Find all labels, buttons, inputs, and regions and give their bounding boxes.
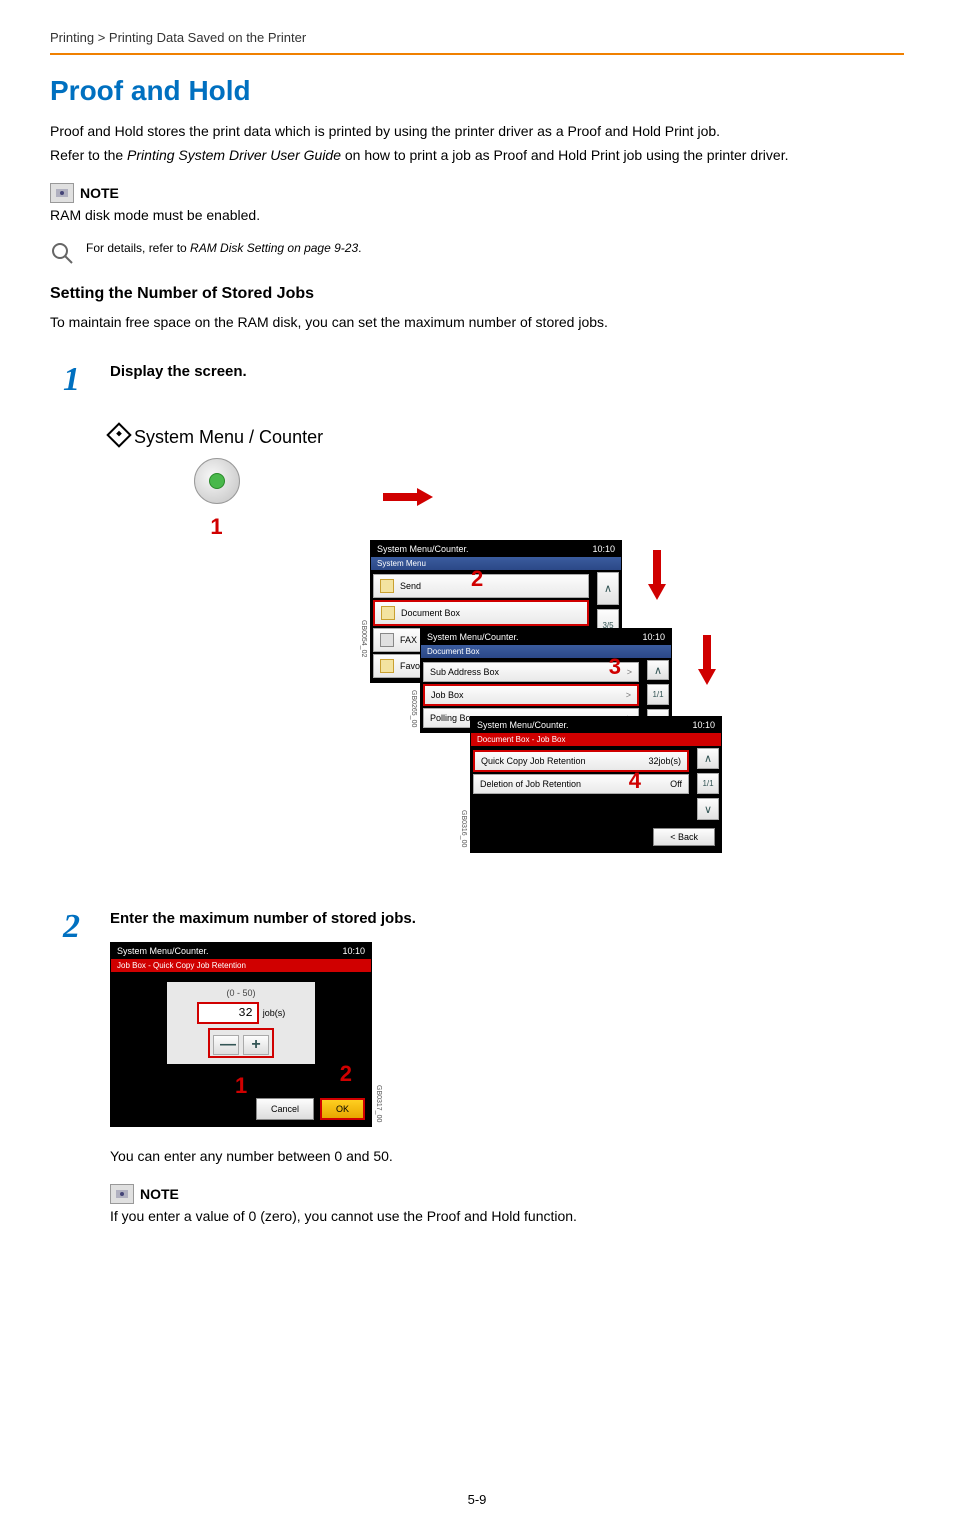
step-2-number: 2 (50, 910, 80, 944)
back-button[interactable]: < Back (653, 828, 715, 846)
screen2-header: System Menu/Counter. (427, 632, 519, 642)
screens-area: System Menu/Counter.10:10 System Menu Se… (110, 540, 904, 880)
intro2-b: on how to print a job as Proof and Hold … (341, 147, 788, 163)
page-number: 5-9 (50, 1492, 904, 1507)
subheading: Setting the Number of Stored Jobs (50, 285, 904, 303)
hw-button-block: System Menu / Counter 1 (110, 425, 323, 540)
step2-after: You can enter any number between 0 and 5… (110, 1147, 904, 1167)
system-menu-button[interactable] (194, 458, 240, 504)
screen3-time: 10:10 (692, 720, 715, 730)
menu-jobbox[interactable]: Job Box> (423, 684, 639, 706)
callout-2: 2 (471, 566, 483, 592)
intro-text-2: Refer to the Printing System Driver User… (50, 146, 904, 166)
ok-button[interactable]: OK (320, 1098, 365, 1120)
screen2-time: 10:10 (642, 632, 665, 642)
step-2: 2 Enter the maximum number of stored job… (50, 910, 904, 1243)
details-b: . (358, 241, 361, 255)
screen1-time: 10:10 (592, 544, 615, 554)
pager-2: 1/1 (647, 684, 669, 705)
step2-panel-sub: Job Box - Quick Copy Job Retention (111, 959, 371, 972)
screen1-header: System Menu/Counter. (377, 544, 469, 554)
step-1: 1 Display the screen. System Menu / Coun… (50, 363, 904, 880)
step-1-number: 1 (50, 363, 80, 397)
callout-3: 3 (609, 654, 621, 680)
step2-panel: System Menu/Counter. 10:10 Job Box - Quic… (110, 942, 372, 1127)
screen-3: System Menu/Counter. 10:10 Document Box -… (470, 716, 722, 853)
screen3-header: System Menu/Counter. (477, 720, 569, 730)
input-area: (0 - 50) job(s) — + (167, 982, 315, 1064)
scroll-up-2[interactable]: ∧ (647, 660, 669, 681)
fax-icon (380, 633, 394, 647)
details-a: For details, refer to (86, 241, 190, 255)
led-icon (209, 473, 225, 489)
note-box-2: NOTE If you enter a value of 0 (zero), y… (110, 1184, 904, 1224)
row-deletion[interactable]: Deletion of Job RetentionOff (473, 774, 689, 794)
screen1-sub: System Menu (371, 557, 621, 570)
intro2-a: Refer to the (50, 147, 127, 163)
page-title: Proof and Hold (50, 75, 904, 107)
callout-1: 1 (210, 514, 222, 540)
subtext: To maintain free space on the RAM disk, … (50, 313, 904, 333)
step2-panel-header: System Menu/Counter. (117, 946, 209, 956)
step-2-title: Enter the maximum number of stored jobs. (110, 910, 904, 927)
menu-document-box[interactable]: Document Box (373, 600, 589, 626)
step2-panel-time: 10:10 (342, 946, 365, 956)
note-icon (50, 183, 74, 203)
diamond-icon (106, 422, 131, 447)
screen2-sub: Document Box (421, 645, 671, 658)
breadcrumb: Printing > Printing Data Saved on the Pr… (50, 30, 904, 45)
pager-3: 1/1 (697, 773, 719, 794)
callout-2-1: 1 (235, 1073, 247, 1099)
callout-2-2: 2 (340, 1061, 352, 1087)
red-arrow-down-2 (700, 635, 714, 685)
scroll-up-3[interactable]: ∧ (697, 748, 719, 769)
code-2: GB0265_00 (410, 690, 417, 727)
note-icon-2 (110, 1184, 134, 1204)
row-quickcopy[interactable]: Quick Copy Job Retention32job(s) (473, 750, 689, 772)
note-title: NOTE (80, 185, 119, 201)
plus-button[interactable]: + (243, 1035, 269, 1055)
callout-4: 4 (629, 768, 641, 794)
code-3: GB0316_00 (460, 810, 467, 847)
note-text-2: If you enter a value of 0 (zero), you ca… (110, 1208, 904, 1224)
input-unit: job(s) (263, 1008, 286, 1018)
menu-subaddr[interactable]: Sub Address Box> (423, 662, 639, 682)
scroll-down-3[interactable]: ∨ (697, 798, 719, 819)
intro-text-1: Proof and Hold stores the print data whi… (50, 122, 904, 142)
intro2-guide: Printing System Driver User Guide (127, 147, 341, 163)
note-text: RAM disk mode must be enabled. (50, 207, 904, 223)
job-count-input[interactable] (197, 1002, 259, 1024)
cancel-button[interactable]: Cancel (256, 1098, 314, 1120)
note-title-2: NOTE (140, 1186, 179, 1202)
hw-button-label: System Menu / Counter (110, 425, 323, 448)
minus-button[interactable]: — (213, 1035, 239, 1055)
scroll-up[interactable]: ∧ (597, 572, 619, 605)
send-icon (380, 579, 394, 593)
step-1-title: Display the screen. (110, 363, 904, 380)
details-row: For details, refer to RAM Disk Setting o… (50, 241, 904, 265)
red-arrow-right-1 (383, 490, 433, 504)
details-link: RAM Disk Setting on page 9-23 (190, 241, 358, 255)
docbox-icon (381, 606, 395, 620)
red-arrow-down-1 (650, 550, 664, 600)
screen3-sub: Document Box - Job Box (471, 733, 721, 746)
divider (50, 53, 904, 55)
magnifier-icon (50, 241, 74, 265)
input-range: (0 - 50) (171, 988, 311, 998)
code-1: GB0054_02 (360, 620, 367, 657)
note-box-1: NOTE RAM disk mode must be enabled. (50, 183, 904, 223)
code-4: GB0317_00 (375, 1085, 382, 1122)
fav-icon (380, 659, 394, 673)
